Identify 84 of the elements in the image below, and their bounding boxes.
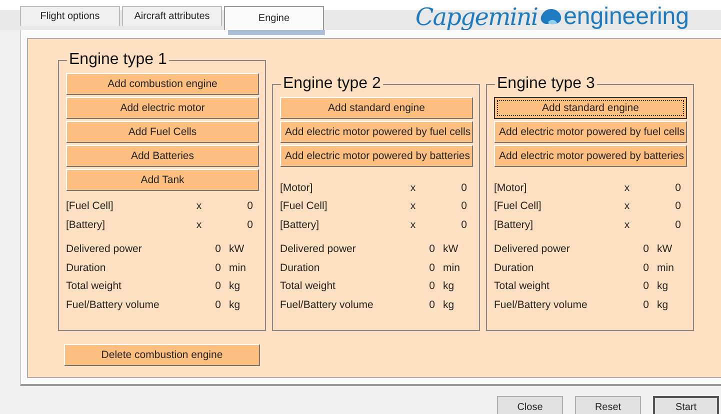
times-sign: x	[623, 218, 631, 231]
unit-label: kW	[229, 243, 246, 256]
row-label: [Motor]	[494, 182, 528, 194]
row-value: 0	[428, 280, 436, 292]
row-value: 0	[214, 243, 222, 256]
action-button[interactable]: Add Batteries	[66, 145, 259, 167]
row-label: [Battery]	[280, 218, 320, 231]
row-label: Delivered power	[494, 243, 571, 256]
row-value: 0	[246, 218, 254, 231]
row-label: Fuel/Battery volume	[280, 298, 374, 311]
unit-label: min	[657, 262, 675, 274]
action-button[interactable]: Add Tank	[66, 169, 259, 191]
row-value: 0	[428, 298, 436, 311]
action-button[interactable]: Add electric motor powered by batteries	[280, 144, 473, 166]
unit-label: kg	[657, 298, 670, 311]
delete-button[interactable]: Delete combustion engine	[64, 344, 260, 366]
row-value: 0	[674, 218, 682, 231]
footer-button[interactable]: Reset	[575, 396, 641, 414]
row-label: Delivered power	[280, 243, 357, 256]
action-button[interactable]: Add electric motor	[66, 97, 259, 119]
unit-label: kg	[443, 298, 456, 311]
action-button[interactable]: Add standard engine	[280, 96, 473, 118]
row-value: 0	[460, 200, 468, 212]
times-sign: x	[409, 200, 417, 212]
row-label: [Motor]	[280, 182, 314, 194]
row-value: 0	[246, 200, 254, 212]
unit-label: kg	[443, 280, 456, 292]
group-title: Engine type 3	[495, 74, 597, 92]
row-label: Total weight	[280, 280, 336, 292]
action-button[interactable]: Add electric motor powered by fuel cells	[280, 120, 473, 142]
row-value: 0	[214, 262, 222, 274]
times-sign: x	[409, 182, 417, 194]
row-value: 0	[642, 243, 650, 256]
row-value: 0	[214, 298, 222, 311]
row-label: [Battery]	[66, 218, 106, 231]
row-value: 0	[674, 200, 682, 212]
logo-text: Capgemini	[415, 3, 538, 31]
group-title: Engine type 2	[281, 74, 383, 92]
times-sign: x	[623, 200, 631, 212]
action-button[interactable]: Add combustion engine	[66, 73, 259, 95]
footer-button[interactable]: Start	[653, 396, 719, 414]
row-label: Fuel/Battery volume	[66, 298, 160, 311]
row-value: 0	[428, 262, 436, 274]
action-button[interactable]: Add Fuel Cells	[66, 121, 259, 143]
row-label: [Fuel Cell]	[494, 200, 542, 212]
row-label: [Fuel Cell]	[66, 200, 114, 212]
row-value: 0	[428, 243, 436, 256]
row-label: [Battery]	[494, 218, 534, 231]
row-label: Fuel/Battery volume	[494, 298, 588, 311]
unit-label: kg	[657, 280, 670, 292]
spade-logo-icon	[538, 7, 563, 27]
row-value: 0	[460, 182, 468, 194]
row-label: Delivered power	[66, 243, 143, 256]
footer-button[interactable]: Close	[497, 396, 563, 414]
times-sign: x	[409, 218, 417, 231]
row-value: 0	[460, 218, 468, 231]
unit-label: kW	[443, 243, 460, 256]
row-value: 0	[642, 262, 650, 274]
action-button[interactable]: Add electric motor powered by batteries	[494, 144, 687, 166]
row-value: 0	[642, 298, 650, 311]
group-title: Engine type 1	[67, 51, 169, 69]
times-sign: x	[195, 200, 203, 212]
action-button[interactable]: Add electric motor powered by fuel cells	[494, 120, 687, 142]
row-label: [Fuel Cell]	[280, 200, 328, 212]
row-value: 0	[214, 280, 222, 292]
action-button[interactable]: Add standard engine	[494, 96, 687, 118]
row-label: Duration	[280, 262, 321, 274]
tab[interactable]: Aircraft attributes	[122, 6, 222, 26]
unit-label: kg	[229, 298, 242, 311]
times-sign: x	[623, 182, 631, 194]
unit-label: min	[229, 262, 247, 274]
row-label: Total weight	[494, 280, 550, 292]
unit-label: min	[443, 262, 461, 274]
unit-label: kg	[229, 280, 242, 292]
times-sign: x	[195, 218, 203, 231]
unit-label: kW	[657, 243, 674, 256]
row-value: 0	[674, 182, 682, 194]
row-label: Duration	[66, 262, 107, 274]
tab[interactable]: Engine	[224, 6, 324, 30]
logo-text: engineering	[564, 3, 689, 31]
tab[interactable]: Flight options	[20, 6, 120, 26]
row-label: Total weight	[66, 280, 122, 292]
row-label: Duration	[494, 262, 535, 274]
row-value: 0	[642, 280, 650, 292]
